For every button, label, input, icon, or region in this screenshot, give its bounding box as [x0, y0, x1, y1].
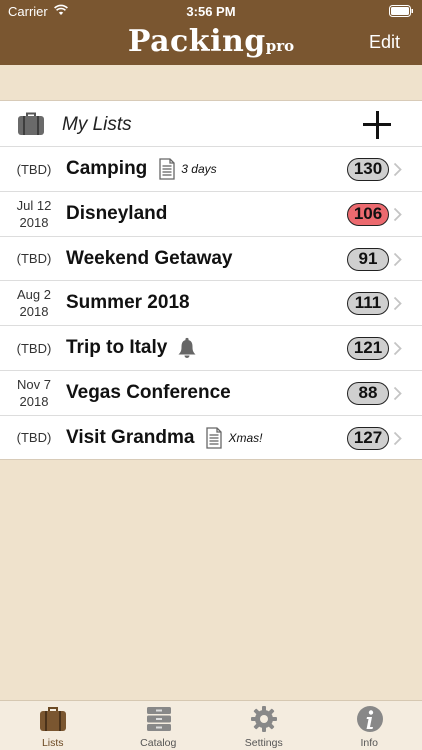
lists-table: (TBD) Camping 3 days 130 Jul 12 2018 Disneyla… — [0, 147, 422, 461]
list-name: Vegas Conference — [66, 381, 231, 403]
list-name: Camping — [66, 158, 148, 179]
tab-label: Lists — [41, 737, 64, 749]
list-name: Summer 2018 — [66, 292, 190, 314]
gear-icon — [251, 706, 277, 732]
list-row[interactable]: (TBD) Visit Grandma Xmas! 127 — [0, 416, 422, 461]
status-time: 3:56 PM — [186, 4, 236, 19]
chevron-right-icon — [393, 207, 402, 221]
list-date: (TBD) — [16, 430, 52, 446]
list-row[interactable]: Nov 7 2018 Vegas Conference 88 — [0, 371, 422, 416]
item-count-badge: 106 — [347, 202, 389, 226]
list-name: Trip to Italy — [66, 337, 168, 359]
item-count-badge: 127 — [347, 426, 389, 450]
item-count-badge: 91 — [347, 247, 389, 271]
chevron-right-icon — [393, 342, 402, 356]
list-date: Aug 2 2018 — [17, 287, 51, 320]
nav-header: Carrier 3:56 PM Packingpro Edit — [0, 0, 422, 65]
tab-label: Info — [360, 737, 378, 749]
edit-button[interactable]: Edit — [369, 32, 400, 53]
tab-label: Catalog — [140, 737, 177, 749]
item-count-badge: 88 — [347, 381, 389, 405]
list-note: Xmas! — [228, 430, 263, 445]
info-icon — [356, 706, 383, 732]
chevron-right-icon — [393, 431, 402, 445]
list-date: (TBD) — [16, 161, 52, 177]
lists-section-header: My Lists — [0, 101, 422, 147]
list-name-group: Visit Grandma Xmas! — [66, 416, 263, 460]
list-name: Weekend Getaway — [66, 247, 233, 269]
tab-lists[interactable]: Lists — [0, 701, 106, 750]
suitcase-icon — [40, 707, 66, 731]
list-name-group: Summer 2018 — [66, 281, 190, 325]
lists-card: My Lists (TBD) Camping 3 days 130 Jul 12 201… — [0, 100, 422, 460]
catalog-icon — [146, 707, 171, 731]
list-name: Visit Grandma — [66, 426, 195, 448]
app-title-suffix: pro — [265, 37, 295, 55]
section-title: My Lists — [62, 114, 132, 135]
item-count-badge: 130 — [347, 158, 389, 181]
list-name: Disneyland — [66, 202, 168, 224]
list-name-group: Camping 3 days — [66, 147, 217, 191]
list-date: (TBD) — [16, 251, 52, 267]
note-icon — [159, 158, 175, 180]
status-bar: Carrier 3:56 PM — [0, 0, 422, 22]
app-title-main: Packing — [127, 24, 266, 59]
battery-icon — [389, 5, 413, 17]
list-row[interactable]: (TBD) Weekend Getaway 91 — [0, 237, 422, 282]
tab-bar: Lists Catalog Settings Info — [0, 700, 422, 750]
list-date: Nov 7 2018 — [17, 376, 51, 409]
list-name-group: Trip to Italy — [66, 326, 197, 370]
list-row[interactable]: Jul 12 2018 Disneyland 106 — [0, 192, 422, 237]
chevron-right-icon — [393, 297, 402, 311]
app-title: Packingpro — [0, 24, 422, 59]
list-row[interactable]: (TBD) Camping 3 days 130 — [0, 147, 422, 192]
bell-icon — [178, 338, 196, 359]
list-row[interactable]: Aug 2 2018 Summer 2018 111 — [0, 281, 422, 327]
add-list-button[interactable] — [360, 109, 394, 141]
list-name-group: Disneyland — [66, 192, 167, 236]
list-name-group: Vegas Conference — [66, 371, 231, 415]
suitcase-icon — [18, 112, 44, 135]
chevron-right-icon — [393, 252, 402, 266]
tab-info[interactable]: Info — [317, 701, 422, 750]
note-icon — [206, 427, 223, 449]
list-name-group: Weekend Getaway — [66, 237, 233, 281]
list-note: 3 days — [181, 162, 217, 176]
tab-catalog[interactable]: Catalog — [106, 701, 212, 750]
item-count-badge: 121 — [347, 337, 389, 361]
list-row[interactable]: (TBD) Trip to Italy 121 — [0, 326, 422, 371]
tab-settings[interactable]: Settings — [211, 701, 317, 750]
list-date: (TBD) — [16, 340, 52, 356]
chevron-right-icon — [393, 162, 402, 177]
list-date: Jul 12 2018 — [16, 197, 52, 230]
tab-label: Settings — [244, 737, 283, 749]
item-count-badge: 111 — [347, 292, 389, 316]
chevron-right-icon — [393, 386, 402, 401]
